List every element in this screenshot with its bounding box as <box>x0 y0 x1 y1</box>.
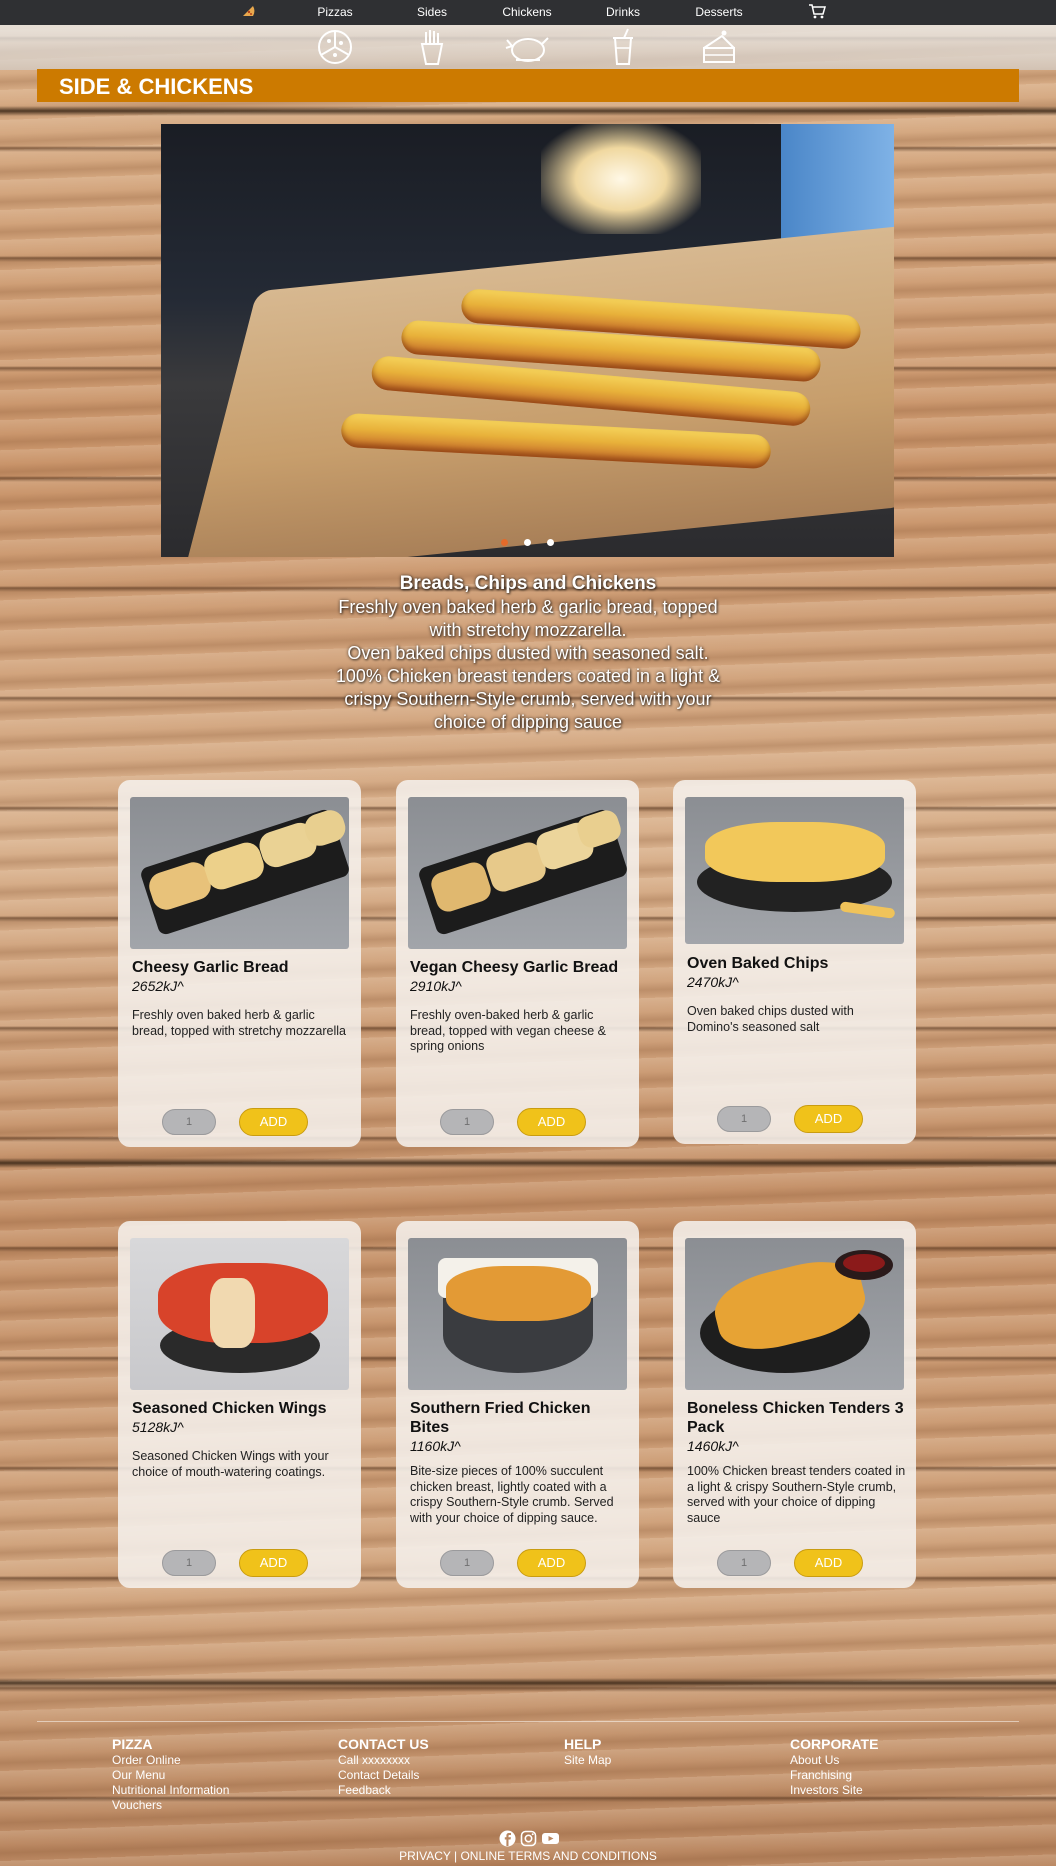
product-name: Seasoned Chicken Wings <box>132 1400 327 1417</box>
product-image <box>130 797 349 949</box>
footer-heading: CORPORATE <box>790 1736 879 1752</box>
plank-seam <box>0 106 1056 116</box>
fries-icon[interactable] <box>415 28 449 71</box>
product-card: Southern Fried Chicken Bites 1160kJ^ Bit… <box>396 1221 639 1588</box>
pizza-icon[interactable] <box>316 28 354 71</box>
footer-column-corporate: CORPORATE About Us Franchising Investors… <box>790 1736 878 1798</box>
hero-caption-line: Freshly oven baked herb & garlic bread, … <box>338 597 718 617</box>
add-button[interactable]: ADD <box>239 1108 308 1136</box>
product-image <box>130 1238 349 1390</box>
hero-caption-line: with stretchy mozzarella. <box>429 620 627 640</box>
pizza-slice-icon[interactable] <box>241 4 255 21</box>
product-card: Vegan Cheesy Garlic Bread 2910kJ^ Freshl… <box>396 780 639 1147</box>
product-description: 100% Chicken breast tenders coated in a … <box>687 1464 906 1525</box>
hero-caption-line: 100% Chicken breast tenders coated in a … <box>335 666 721 686</box>
nav-item-sides[interactable]: Sides <box>417 5 447 19</box>
nav-item-pizzas[interactable]: Pizzas <box>317 5 352 19</box>
drink-cup-icon[interactable] <box>608 28 638 71</box>
footer-column-pizza: PIZZA Order Online Our Menu Nutritional … <box>112 1736 229 1813</box>
product-name: Vegan Cheesy Garlic Bread <box>410 959 619 976</box>
product-image <box>408 1238 627 1390</box>
footer-column-contact: CONTACT US Call xxxxxxxx Contact Details… <box>338 1736 429 1798</box>
carousel-dot[interactable] <box>501 539 508 546</box>
product-description: Freshly oven baked herb & garlic bread, … <box>132 1008 346 1038</box>
product-description: Bite-size pieces of 100% succulent chick… <box>410 1464 614 1525</box>
footer-link[interactable]: Investors Site <box>790 1783 878 1798</box>
quantity-input[interactable]: 1 <box>162 1550 216 1576</box>
footer-link[interactable]: Order Online <box>112 1753 229 1768</box>
product-description: Freshly oven-baked herb & garlic bread, … <box>410 1008 606 1053</box>
product-name: Oven Baked Chips <box>687 955 829 972</box>
product-card: Oven Baked Chips 2470kJ^ Oven baked chip… <box>673 780 916 1144</box>
footer-heading: HELP <box>564 1736 602 1752</box>
add-button[interactable]: ADD <box>794 1549 863 1577</box>
carousel-dot[interactable] <box>524 539 531 546</box>
cake-icon[interactable] <box>700 28 738 71</box>
add-button[interactable]: ADD <box>517 1108 586 1136</box>
nav-item-desserts[interactable]: Desserts <box>695 5 742 19</box>
section-banner: SIDE & CHICKENS <box>37 69 1019 102</box>
carousel-dot[interactable] <box>547 539 554 546</box>
footer-link[interactable]: Franchising <box>790 1768 878 1783</box>
cart-icon[interactable] <box>808 3 826 24</box>
footer-divider <box>37 1721 1019 1722</box>
product-name: Southern Fried Chicken Bites <box>410 1400 591 1436</box>
product-card: Boneless Chicken Tenders 3 Pack 1460kJ^ … <box>673 1221 916 1588</box>
category-icon-row <box>0 25 1056 70</box>
hero-caption-line: choice of dipping sauce <box>433 712 623 732</box>
quantity-input[interactable]: 1 <box>717 1550 771 1576</box>
footer-link[interactable]: Feedback <box>338 1783 429 1798</box>
footer-link[interactable]: Site Map <box>564 1753 611 1768</box>
hero-carousel[interactable] <box>161 124 894 557</box>
product-energy: 1460kJ^ <box>687 1438 739 1454</box>
nav-item-chickens[interactable]: Chickens <box>502 5 551 19</box>
product-image <box>408 797 627 949</box>
add-button[interactable]: ADD <box>517 1549 586 1577</box>
product-energy: 2470kJ^ <box>687 974 739 990</box>
oven-light <box>541 124 701 234</box>
product-card: Cheesy Garlic Bread 2652kJ^ Freshly oven… <box>118 780 361 1147</box>
product-description: Seasoned Chicken Wings with your choice … <box>132 1449 329 1479</box>
quantity-input[interactable]: 1 <box>440 1550 494 1576</box>
product-name: Boneless Chicken Tenders 3 Pack <box>687 1400 904 1436</box>
footer-link[interactable]: Vouchers <box>112 1798 229 1813</box>
hero-caption-title: Breads, Chips and Chickens <box>399 573 657 594</box>
footer-link[interactable]: Nutritional Information <box>112 1783 229 1798</box>
product-energy: 1160kJ^ <box>410 1438 461 1454</box>
hero-caption-line: crispy Southern-Style crumb, served with… <box>344 689 712 709</box>
footer-link[interactable]: Contact Details <box>338 1768 429 1783</box>
add-button[interactable]: ADD <box>794 1105 863 1133</box>
quantity-input[interactable]: 1 <box>162 1109 216 1135</box>
nav-item-drinks[interactable]: Drinks <box>606 5 640 19</box>
legal-links[interactable]: PRIVACY | ONLINE TERMS AND CONDITIONS <box>0 1849 1056 1863</box>
top-nav-bar: Pizzas Sides Chickens Drinks Desserts <box>0 0 1056 25</box>
product-energy: 2652kJ^ <box>132 978 184 994</box>
carousel-dots <box>161 533 894 551</box>
product-energy: 2910kJ^ <box>410 978 462 994</box>
chicken-icon[interactable] <box>504 28 550 71</box>
product-image <box>685 797 904 944</box>
page-title: SIDE & CHICKENS <box>59 74 254 99</box>
product-description: Oven baked chips dusted with Domino's se… <box>687 1004 854 1034</box>
footer-link[interactable]: Our Menu <box>112 1768 229 1783</box>
footer-link[interactable]: Call xxxxxxxx <box>338 1753 429 1768</box>
plank-seam <box>0 1678 1056 1688</box>
hero-caption: Breads, Chips and Chickens Freshly oven … <box>300 572 756 734</box>
product-card: Seasoned Chicken Wings 5128kJ^ Seasoned … <box>118 1221 361 1588</box>
footer-column-help: HELP Site Map <box>564 1736 611 1768</box>
footer-heading: PIZZA <box>112 1736 153 1752</box>
quantity-input[interactable]: 1 <box>440 1109 494 1135</box>
product-image <box>685 1238 904 1390</box>
footer-link[interactable]: About Us <box>790 1753 878 1768</box>
plank-seam <box>0 1158 1056 1168</box>
hero-caption-line: Oven baked chips dusted with seasoned sa… <box>347 643 709 663</box>
product-energy: 5128kJ^ <box>132 1419 184 1435</box>
footer-heading: CONTACT US <box>338 1736 429 1752</box>
add-button[interactable]: ADD <box>239 1549 308 1577</box>
product-name: Cheesy Garlic Bread <box>132 959 289 976</box>
quantity-input[interactable]: 1 <box>717 1106 771 1132</box>
